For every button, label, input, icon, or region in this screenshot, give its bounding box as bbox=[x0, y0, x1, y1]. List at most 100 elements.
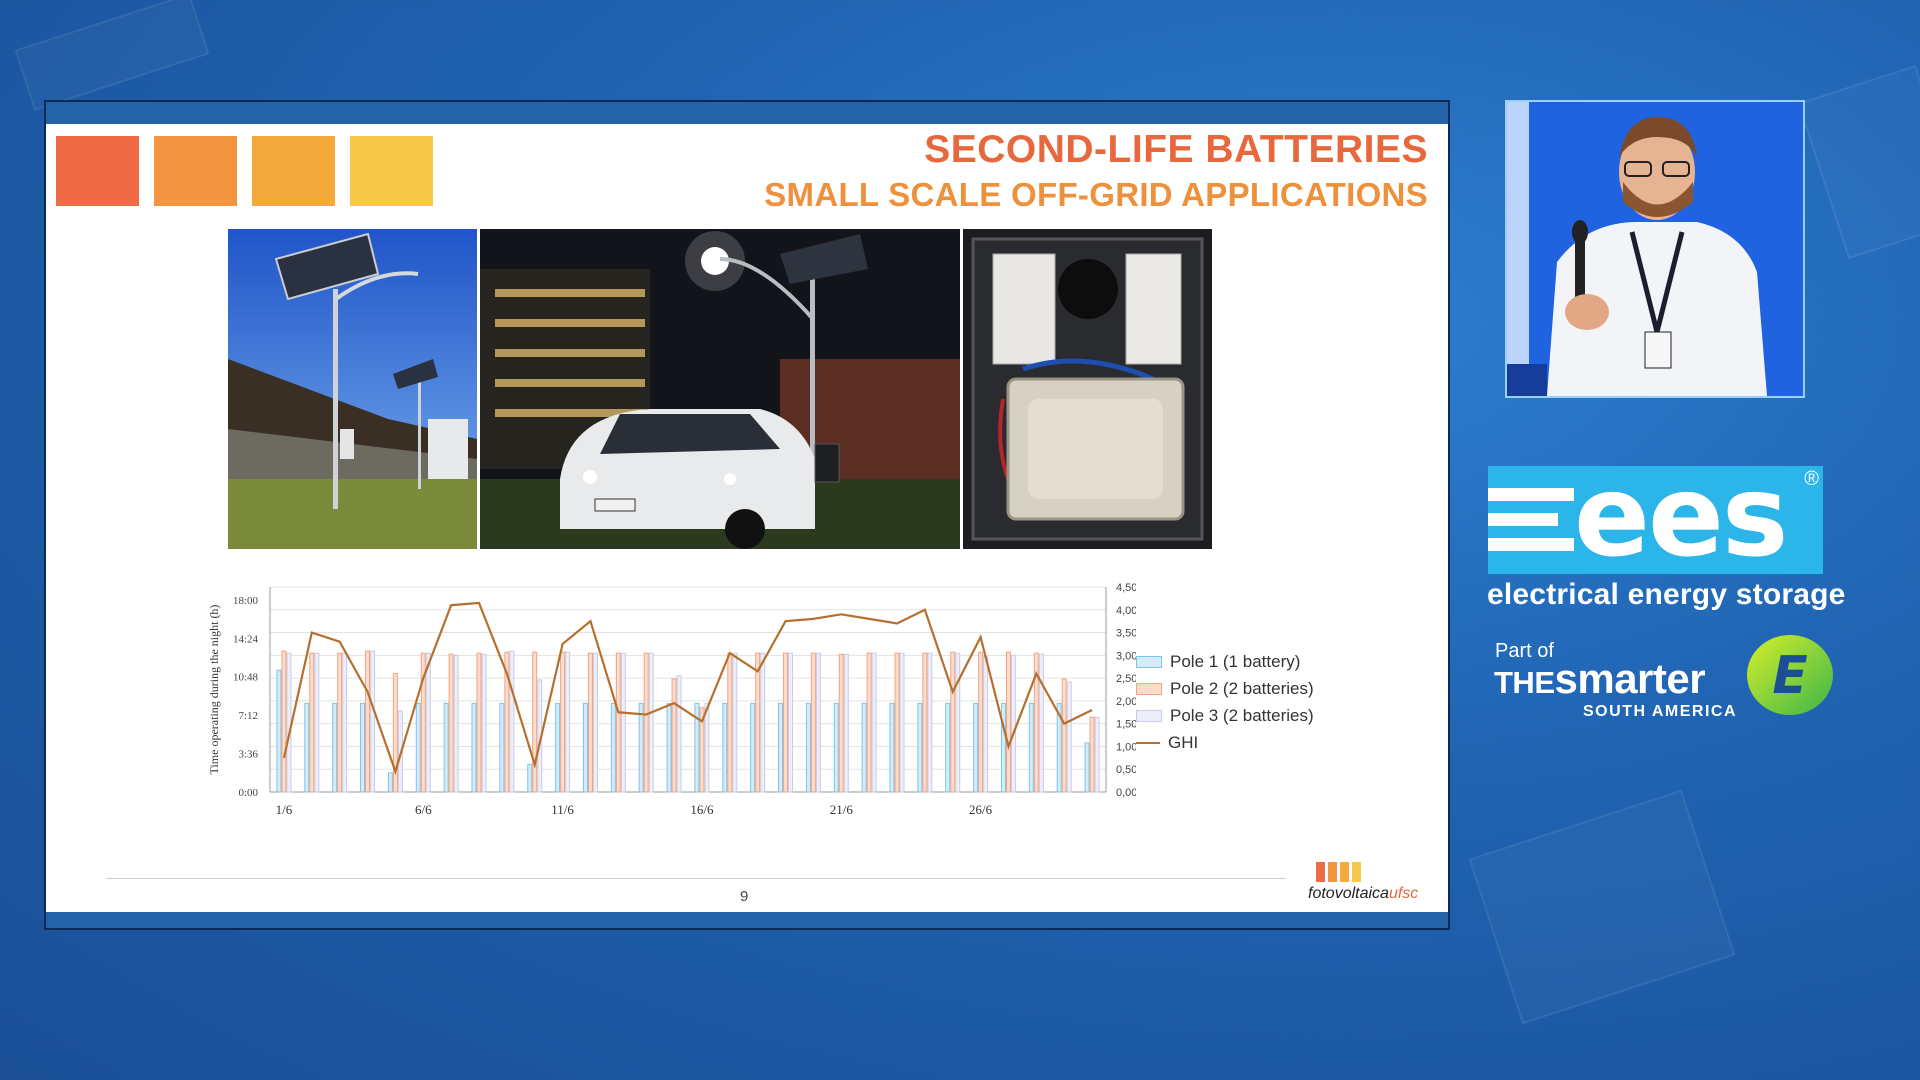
bar-1 bbox=[722, 702, 728, 793]
bar-1 bbox=[917, 702, 923, 793]
bar-1 bbox=[1084, 742, 1090, 793]
y2-tick-label: 2,00 bbox=[1116, 696, 1136, 708]
bar-1 bbox=[582, 702, 588, 793]
bar-3 bbox=[983, 655, 989, 793]
bar-1 bbox=[750, 702, 756, 793]
y-tick-label: 10:48 bbox=[233, 672, 259, 684]
fotovoltaica-ufsc-logo: fotovoltaicaufsc bbox=[1308, 862, 1438, 903]
slide-title: SECOND-LIFE BATTERIES bbox=[924, 128, 1428, 171]
accent-square-1 bbox=[56, 136, 139, 206]
bar-3 bbox=[453, 654, 459, 793]
bar-1 bbox=[861, 702, 867, 793]
bar-1 bbox=[304, 702, 310, 793]
background-panel bbox=[14, 0, 210, 111]
x-tick-label: 11/6 bbox=[551, 802, 574, 817]
slide-bottom-bar bbox=[46, 912, 1448, 928]
bar-1 bbox=[415, 702, 421, 793]
legend-item-pole2: Pole 2 (2 batteries) bbox=[1136, 679, 1314, 699]
bar-2 bbox=[643, 652, 649, 793]
bar-1 bbox=[973, 702, 979, 793]
bar-3 bbox=[481, 653, 487, 793]
bar-3 bbox=[1094, 716, 1100, 793]
bar-3 bbox=[899, 652, 905, 793]
legend-item-pole1: Pole 1 (1 battery) bbox=[1136, 652, 1300, 672]
bar-3 bbox=[1066, 681, 1072, 793]
legend-label: Pole 2 (2 batteries) bbox=[1170, 679, 1314, 698]
bar-1 bbox=[778, 702, 784, 793]
bar-3 bbox=[843, 653, 849, 793]
x-tick-label: 6/6 bbox=[415, 802, 432, 817]
bar-2 bbox=[671, 678, 677, 793]
bar-3 bbox=[676, 675, 682, 793]
bar-1 bbox=[1028, 702, 1034, 793]
bar-3 bbox=[620, 652, 626, 793]
bar-3 bbox=[788, 652, 794, 793]
bar-1 bbox=[889, 702, 895, 793]
y-tick-label: 14:24 bbox=[233, 633, 259, 645]
bar-2 bbox=[1089, 716, 1095, 793]
bar-3 bbox=[342, 652, 348, 793]
bar-3 bbox=[760, 652, 766, 793]
legend-label: Pole 3 (2 batteries) bbox=[1170, 706, 1314, 725]
logo-bars bbox=[1316, 862, 1438, 882]
slide-subtitle: SMALL SCALE OFF-GRID APPLICATIONS bbox=[764, 176, 1428, 213]
bar-2 bbox=[448, 653, 454, 793]
bar-1 bbox=[945, 702, 951, 793]
the-smarter-e-wordmark: THEsmarter bbox=[1494, 655, 1706, 702]
bar-3 bbox=[815, 652, 821, 793]
background-panel bbox=[1468, 789, 1736, 1025]
y2-tick-label: 1,00 bbox=[1116, 741, 1136, 753]
y-tick-label: 0:00 bbox=[238, 787, 258, 799]
bar-3 bbox=[425, 652, 431, 793]
bar-1 bbox=[555, 702, 561, 793]
bar-1 bbox=[387, 772, 393, 793]
bar-3 bbox=[1038, 653, 1044, 793]
bar-1 bbox=[276, 669, 282, 793]
bar-3 bbox=[732, 652, 738, 793]
bar-1 bbox=[610, 702, 616, 793]
y2-tick-label: 1,50 bbox=[1116, 719, 1136, 731]
x-tick-label: 1/6 bbox=[276, 802, 293, 817]
bar-1 bbox=[332, 702, 338, 793]
bar-2 bbox=[922, 652, 928, 793]
bar-2 bbox=[1005, 651, 1011, 793]
bar-3 bbox=[286, 652, 292, 793]
bar-1 bbox=[527, 763, 533, 793]
legend-item-ghi: GHI bbox=[1136, 733, 1198, 753]
legend-swatch bbox=[1136, 656, 1162, 668]
photo-battery-enclosure bbox=[963, 229, 1212, 549]
page-number: 9 bbox=[740, 888, 749, 905]
bar-2 bbox=[950, 651, 956, 793]
photo-solar-street-light-day bbox=[228, 229, 477, 549]
bar-3 bbox=[955, 652, 961, 793]
x-tick-label: 16/6 bbox=[690, 802, 714, 817]
logo-text: fotovoltaicaufsc bbox=[1308, 885, 1419, 902]
registered-mark: ® bbox=[1804, 468, 1819, 490]
bar-2 bbox=[894, 652, 900, 793]
accent-square-3 bbox=[252, 136, 335, 206]
y2-tick-label: 3,00 bbox=[1116, 650, 1136, 662]
bar-3 bbox=[648, 652, 654, 793]
legend-swatch bbox=[1136, 683, 1162, 695]
bar-2 bbox=[365, 650, 371, 793]
south-america-label: SOUTH AMERICA bbox=[1583, 703, 1738, 720]
bar-2 bbox=[615, 652, 621, 793]
y-tick-label: 3:36 bbox=[238, 749, 258, 761]
y-tick-label: 7:12 bbox=[238, 710, 258, 722]
y2-tick-label: 0,00 bbox=[1116, 787, 1136, 799]
accent-square-4 bbox=[350, 136, 433, 206]
bar-2 bbox=[727, 652, 733, 793]
speaker-webcam-feed bbox=[1505, 100, 1805, 398]
legend-item-pole3: Pole 3 (2 batteries) bbox=[1136, 706, 1314, 726]
accent-square-2 bbox=[154, 136, 237, 206]
legend-label: Pole 1 (1 battery) bbox=[1170, 652, 1301, 671]
battery-operation-chart: 0,00 0,50 1,00 1,50 2,00 2,50 3,00 3,50 4,00 4,50… bbox=[207, 582, 1136, 817]
bar-2 bbox=[476, 652, 482, 793]
y-axis-label: Time operating during the night (h) bbox=[207, 605, 221, 775]
bar-3 bbox=[592, 652, 598, 793]
footer-divider bbox=[106, 878, 1286, 879]
bar-2 bbox=[337, 652, 343, 793]
y2-tick-label: 4,50 bbox=[1116, 582, 1136, 594]
ees-logo: ees ® bbox=[1488, 452, 1823, 582]
bar-1 bbox=[833, 702, 839, 793]
